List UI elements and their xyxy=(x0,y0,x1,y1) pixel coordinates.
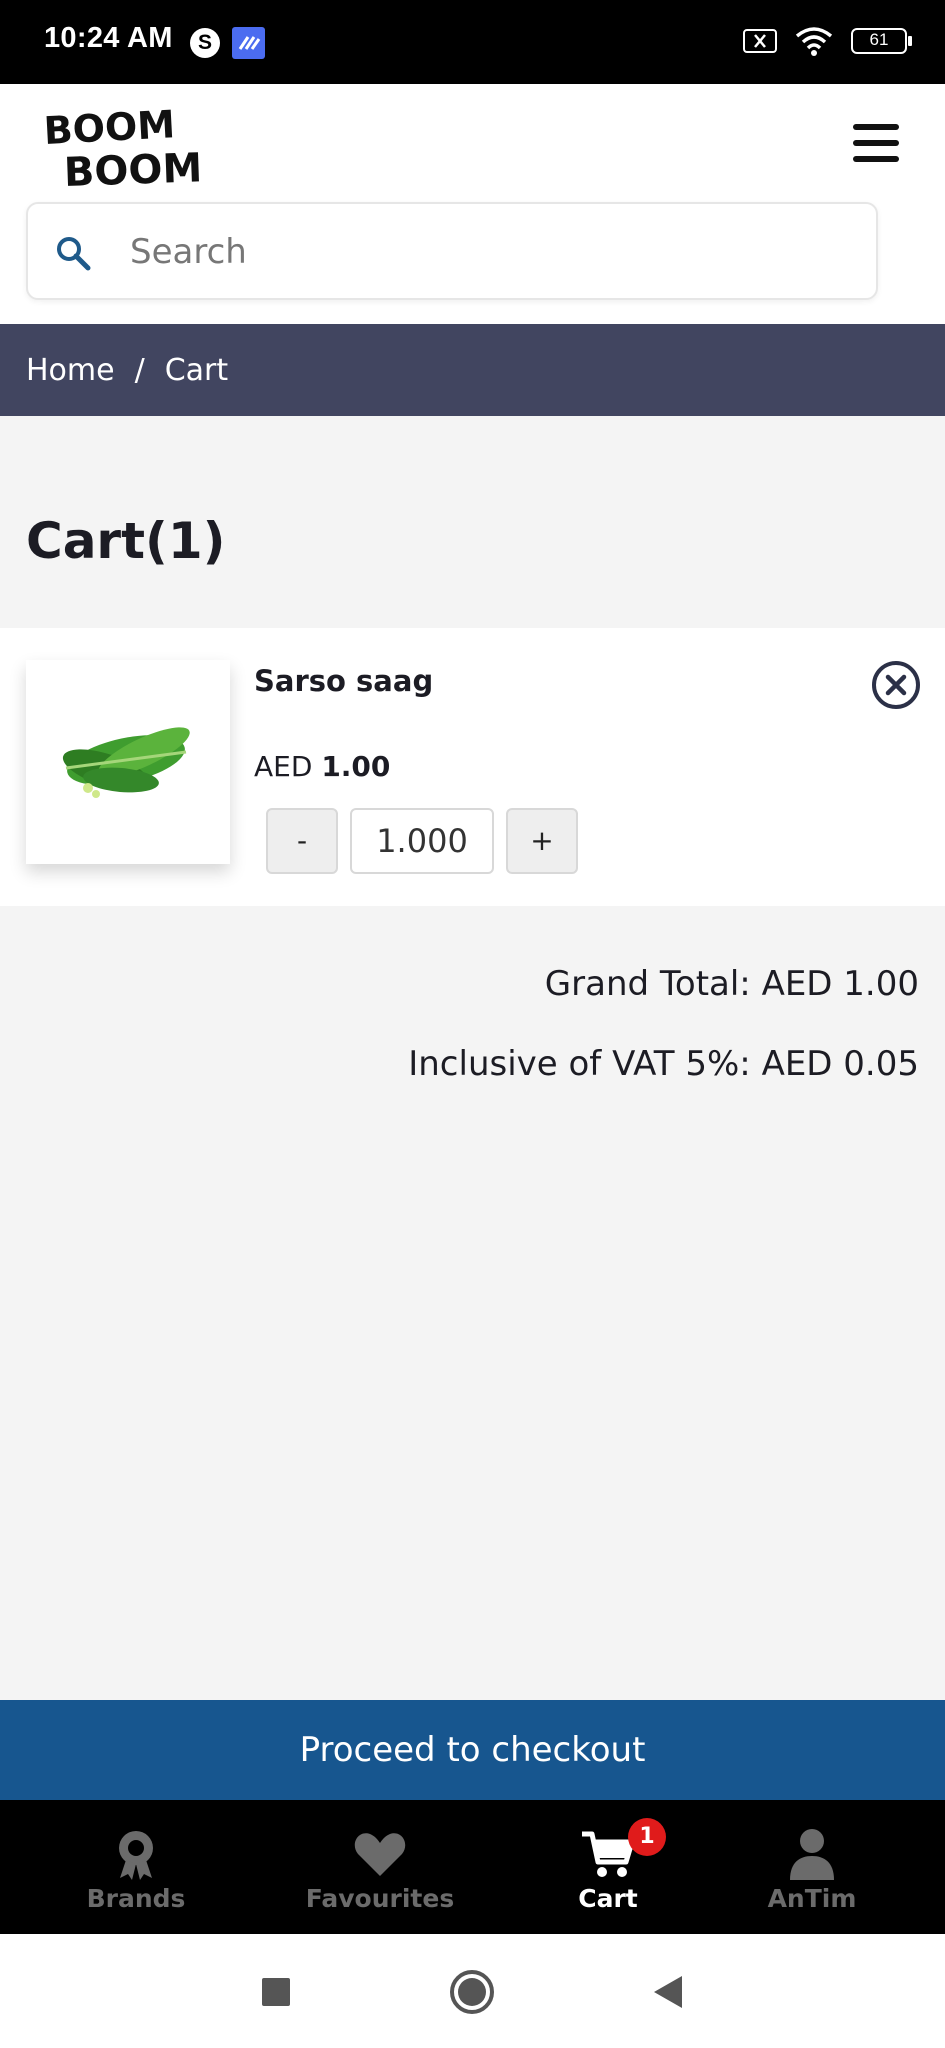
nav-favourites-label: Favourites xyxy=(305,1884,455,1913)
battery-icon: 61 xyxy=(851,28,912,54)
svg-text:BOOM: BOOM xyxy=(43,104,177,153)
product-name: Sarso saag xyxy=(254,664,434,698)
quantity-decrease-button[interactable]: - xyxy=(266,808,338,874)
breadcrumb-separator: / xyxy=(134,352,145,388)
nav-cart[interactable]: 1 Cart xyxy=(490,1800,726,1934)
search-icon xyxy=(57,237,91,271)
price-value: 1.00 xyxy=(321,750,391,783)
search-bar[interactable] xyxy=(26,202,878,300)
heart-icon xyxy=(354,1833,406,1876)
product-image[interactable] xyxy=(26,660,230,864)
nav-account-label: AnTim xyxy=(767,1884,857,1913)
quantity-increase-button[interactable]: + xyxy=(506,808,578,874)
skype-icon: S xyxy=(190,28,220,58)
search-input[interactable] xyxy=(130,224,830,280)
breadcrumb-cart: Cart xyxy=(164,352,229,388)
product-price: AED 1.00 xyxy=(254,750,390,783)
nav-brands-label: Brands xyxy=(86,1884,186,1913)
leafy-greens-image xyxy=(62,727,190,798)
badge-icon xyxy=(119,1831,153,1880)
sim-x-icon xyxy=(743,29,777,53)
remove-item-close-icon[interactable] xyxy=(871,660,921,710)
nav-account[interactable]: AnTim xyxy=(694,1800,930,1934)
breadcrumb-home[interactable]: Home xyxy=(26,353,115,388)
nav-favourites[interactable]: Favourites xyxy=(262,1800,498,1934)
system-navigation-bar xyxy=(0,1934,945,2048)
cart-count-badge: 1 xyxy=(628,1818,666,1856)
vat-total: Inclusive of VAT 5%: AED 0.05 xyxy=(408,1044,919,1084)
quantity-input[interactable] xyxy=(350,808,494,874)
wifi-icon xyxy=(795,27,833,56)
boom-boom-logo: BOOM BOOM xyxy=(43,104,203,190)
proceed-to-checkout-button[interactable]: Proceed to checkout xyxy=(0,1700,945,1800)
app-notification-icon xyxy=(232,27,265,59)
bottom-navigation: Brands Favourites 1 Cart AnTim xyxy=(0,1800,945,1934)
price-currency: AED xyxy=(254,750,313,783)
svg-text:BOOM: BOOM xyxy=(63,145,203,190)
status-icons: 61 xyxy=(743,26,912,56)
hamburger-menu-icon[interactable] xyxy=(853,124,899,164)
app-header: BOOM BOOM xyxy=(0,84,945,324)
status-bar: 10:24 AM S 61 xyxy=(0,0,945,84)
page-title: Cart(1) xyxy=(26,512,226,570)
nav-brands[interactable]: Brands xyxy=(18,1800,254,1934)
nav-cart-label: Cart xyxy=(578,1884,638,1913)
back-triangle-icon[interactable] xyxy=(644,1968,692,2016)
cart-item: Sarso saag AED 1.00 - + xyxy=(0,628,945,906)
status-time: 10:24 AM xyxy=(44,22,173,54)
grand-total: Grand Total: AED 1.00 xyxy=(544,964,919,1004)
breadcrumb: Home / Cart xyxy=(0,324,945,416)
home-circle-icon[interactable] xyxy=(448,1968,496,2016)
user-icon xyxy=(790,1829,834,1880)
recent-apps-square-icon[interactable] xyxy=(252,1968,300,2016)
